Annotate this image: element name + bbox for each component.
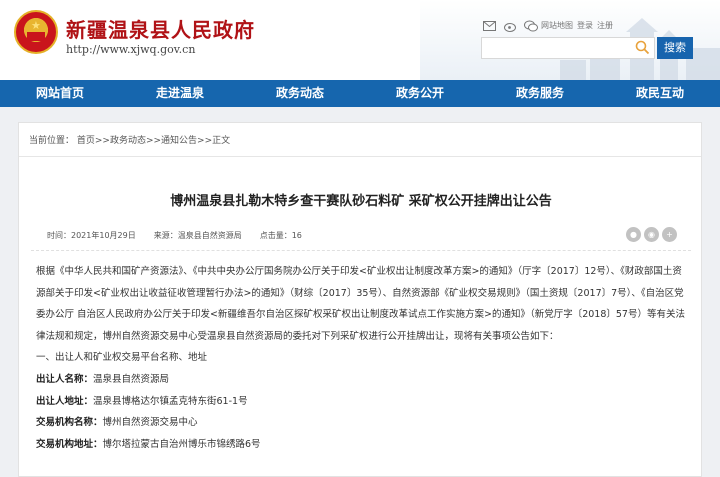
nav-item-home[interactable]: 网站首页	[0, 80, 120, 107]
login-link[interactable]: 登录	[577, 20, 593, 31]
search-icon[interactable]	[635, 40, 650, 55]
section-heading: 一、出让人和矿业权交易平台名称、地址	[36, 352, 208, 364]
site-header: ★ 新疆温泉县人民政府 http://www.xjwq.gov.cn 网站地图 …	[0, 0, 720, 80]
article-source: 来源：温泉县自然资源局	[153, 231, 242, 240]
top-links: 网站地图 登录 注册	[541, 20, 613, 31]
article-intro: 根据《中华人民共和国矿产资源法》、《中共中央办公厅国务院办公厅关于印发<矿业权出…	[36, 266, 685, 342]
field-row: 交易机构地址：博尔塔拉蒙古自治州博乐市锦绣路6号	[36, 434, 691, 456]
field-label: 出让人地址：	[36, 395, 94, 407]
site-url: http://www.xjwq.gov.cn	[66, 43, 196, 56]
search-button[interactable]: 搜索	[657, 37, 693, 59]
search-input[interactable]	[482, 40, 632, 61]
nav-item-interaction[interactable]: 政民互动	[600, 80, 720, 107]
field-value: 博州自然资源交易中心	[102, 417, 198, 429]
nav-item-services[interactable]: 政务服务	[480, 80, 600, 107]
field-value: 温泉县博格达尔镇孟克特东街61-1号	[93, 395, 248, 407]
wechat-share-icon[interactable]: ●	[626, 227, 641, 242]
field-value: 博尔塔拉蒙古自治州博乐市锦绣路6号	[102, 438, 261, 450]
view-count: 点击量：16	[259, 231, 302, 240]
field-row: 交易机构名称：博州自然资源交易中心	[36, 412, 691, 434]
publish-time: 时间：2021年10月29日	[47, 231, 136, 240]
gate-icon	[27, 32, 45, 41]
article-body: 根据《中华人民共和国矿产资源法》、《中共中央办公厅国务院办公厅关于印发<矿业权出…	[36, 261, 691, 455]
weibo-share-icon[interactable]: ◉	[644, 227, 659, 242]
more-share-icon[interactable]: +	[662, 227, 677, 242]
share-buttons: ● ◉ +	[626, 227, 677, 242]
nav-item-about[interactable]: 走进温泉	[120, 80, 240, 107]
breadcrumb-divider	[19, 156, 701, 157]
field-value: 温泉县自然资源局	[93, 373, 170, 385]
article-meta: 时间：2021年10月29日 来源：温泉县自然资源局 点击量：16	[47, 230, 302, 241]
register-link[interactable]: 注册	[597, 20, 613, 31]
sitemap-link[interactable]: 网站地图	[541, 20, 573, 31]
nav-item-disclosure[interactable]: 政务公开	[360, 80, 480, 107]
field-label: 出让人名称：	[36, 373, 94, 385]
national-emblem-logo[interactable]: ★	[14, 10, 58, 54]
site-title[interactable]: 新疆温泉县人民政府	[66, 14, 255, 43]
field-label: 交易机构名称：	[36, 417, 103, 429]
field-row: 出让人名称：温泉县自然资源局	[36, 369, 691, 391]
article-title: 博州温泉县扎勒木特乡查干赛队砂石料矿 采矿权公开挂牌出让公告	[170, 194, 552, 209]
search-box	[481, 37, 655, 61]
nav-item-news[interactable]: 政务动态	[240, 80, 360, 107]
breadcrumb[interactable]: 当前位置： 首页>>政务动态>>通知公告>>正文	[29, 133, 230, 146]
main-nav: 网站首页 走进温泉 政务动态 政务公开 政务服务 政民互动	[0, 80, 720, 107]
mail-icon[interactable]	[482, 20, 496, 32]
wechat-icon[interactable]	[524, 20, 538, 32]
meta-divider	[31, 250, 691, 251]
field-label: 交易机构地址：	[36, 438, 103, 450]
weibo-icon[interactable]	[503, 20, 517, 32]
article-panel: 当前位置： 首页>>政务动态>>通知公告>>正文 博州温泉县扎勒木特乡查干赛队砂…	[18, 122, 702, 477]
star-icon: ★	[31, 19, 41, 32]
field-row: 出让人地址：温泉县博格达尔镇孟克特东街61-1号	[36, 391, 691, 413]
top-icon-bar	[482, 19, 538, 33]
